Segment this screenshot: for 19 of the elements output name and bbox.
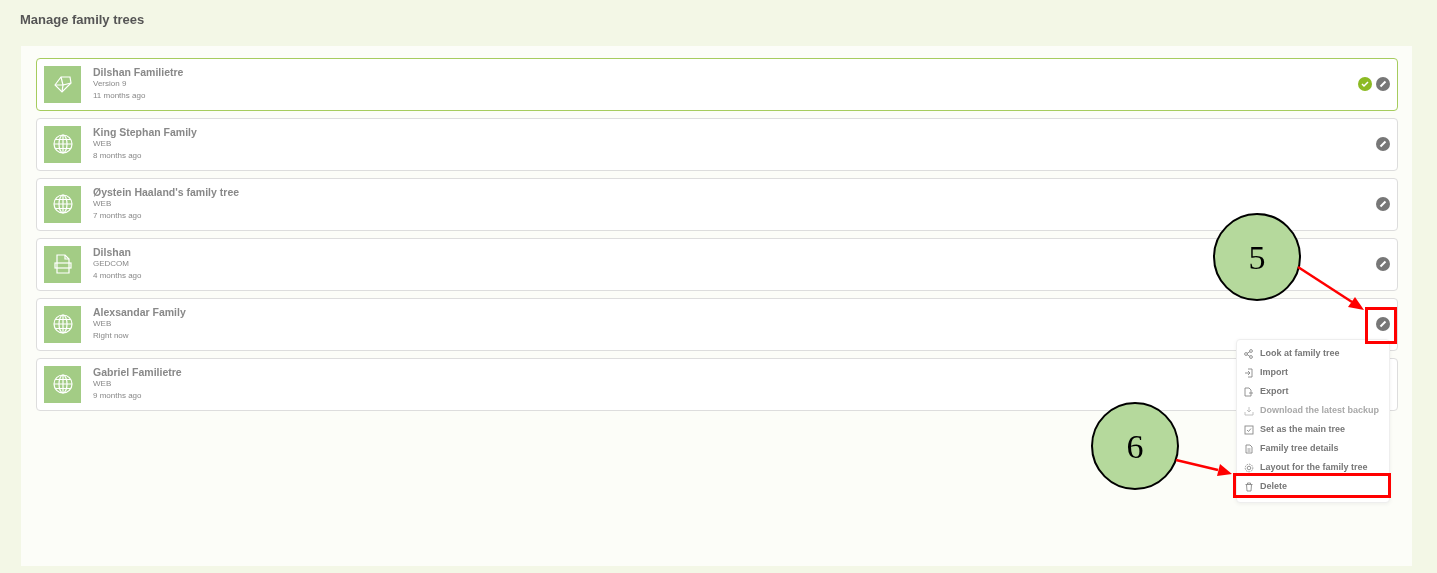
tree-name: Dilshan — [93, 245, 131, 259]
tree-source: Version 9 — [93, 78, 127, 91]
tree-updated: 8 months ago — [93, 150, 142, 163]
tree-updated: 9 months ago — [93, 390, 142, 403]
page-title: Manage family trees — [19, 11, 146, 28]
tree-name: Dilshan Familietre — [93, 65, 184, 79]
tree-name: King Stephan Family — [93, 125, 197, 139]
tree-source: WEB — [93, 198, 112, 211]
tree-source: WEB — [93, 138, 112, 151]
tree-source: GEDCOM — [93, 258, 129, 271]
tree-updated: Right now — [93, 330, 129, 343]
tree-source: WEB — [93, 318, 112, 331]
tree-name: Alexsandar Family — [93, 305, 186, 319]
tree-name: Gabriel Familietre — [93, 365, 182, 379]
tree-source: WEB — [93, 378, 112, 391]
tree-updated: 4 months ago — [93, 270, 142, 283]
tree-updated: 11 months ago — [93, 90, 146, 103]
tree-name: Øystein Haaland's family tree — [93, 185, 240, 199]
tree-updated: 7 months ago — [93, 210, 142, 223]
